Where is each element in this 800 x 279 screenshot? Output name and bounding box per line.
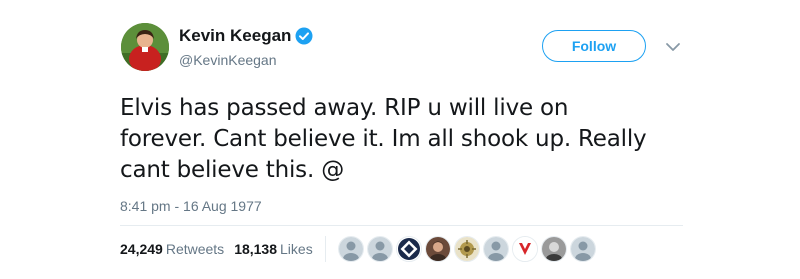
likes-stat[interactable]: 18,138 Likes: [234, 241, 313, 257]
liker-avatar[interactable]: [483, 236, 509, 262]
tweet-text-line: forever. Cant believe it. Im all shook u…: [120, 126, 647, 152]
liker-avatar[interactable]: [570, 236, 596, 262]
likes-label: Likes: [280, 241, 313, 257]
author-handle[interactable]: @KevinKeegan: [179, 51, 313, 69]
divider: [120, 225, 683, 226]
retweets-stat[interactable]: 24,249 Retweets: [120, 241, 224, 257]
tweet-timestamp[interactable]: 8:41 pm - 16 Aug 1977: [120, 197, 262, 215]
liker-avatar[interactable]: [367, 236, 393, 262]
author-avatar[interactable]: [121, 23, 169, 71]
author-display-name[interactable]: Kevin Keegan: [179, 26, 291, 46]
tweet-text-line: cant believe this. @: [120, 157, 344, 183]
tweet-stats: 24,249 Retweets 18,138 Likes: [120, 240, 313, 258]
stats-divider: [325, 236, 326, 262]
liker-avatar[interactable]: [512, 236, 538, 262]
liker-avatar[interactable]: [396, 236, 422, 262]
chevron-down-icon[interactable]: [665, 40, 681, 52]
tweet-text-line: Elvis has passed away. RIP u will live o…: [120, 95, 569, 121]
follow-button[interactable]: Follow: [542, 30, 646, 62]
liker-avatar[interactable]: [425, 236, 451, 262]
retweets-label: Retweets: [165, 241, 225, 257]
author-info: Kevin Keegan @KevinKeegan: [179, 26, 313, 69]
likes-count: 18,138: [234, 241, 278, 257]
retweets-count: 24,249: [120, 241, 163, 257]
liker-avatar[interactable]: [454, 236, 480, 262]
tweet-text: Elvis has passed away. RIP u will live o…: [120, 93, 700, 186]
verified-badge-icon: [295, 27, 313, 45]
liker-avatar[interactable]: [541, 236, 567, 262]
liker-avatar[interactable]: [338, 236, 364, 262]
